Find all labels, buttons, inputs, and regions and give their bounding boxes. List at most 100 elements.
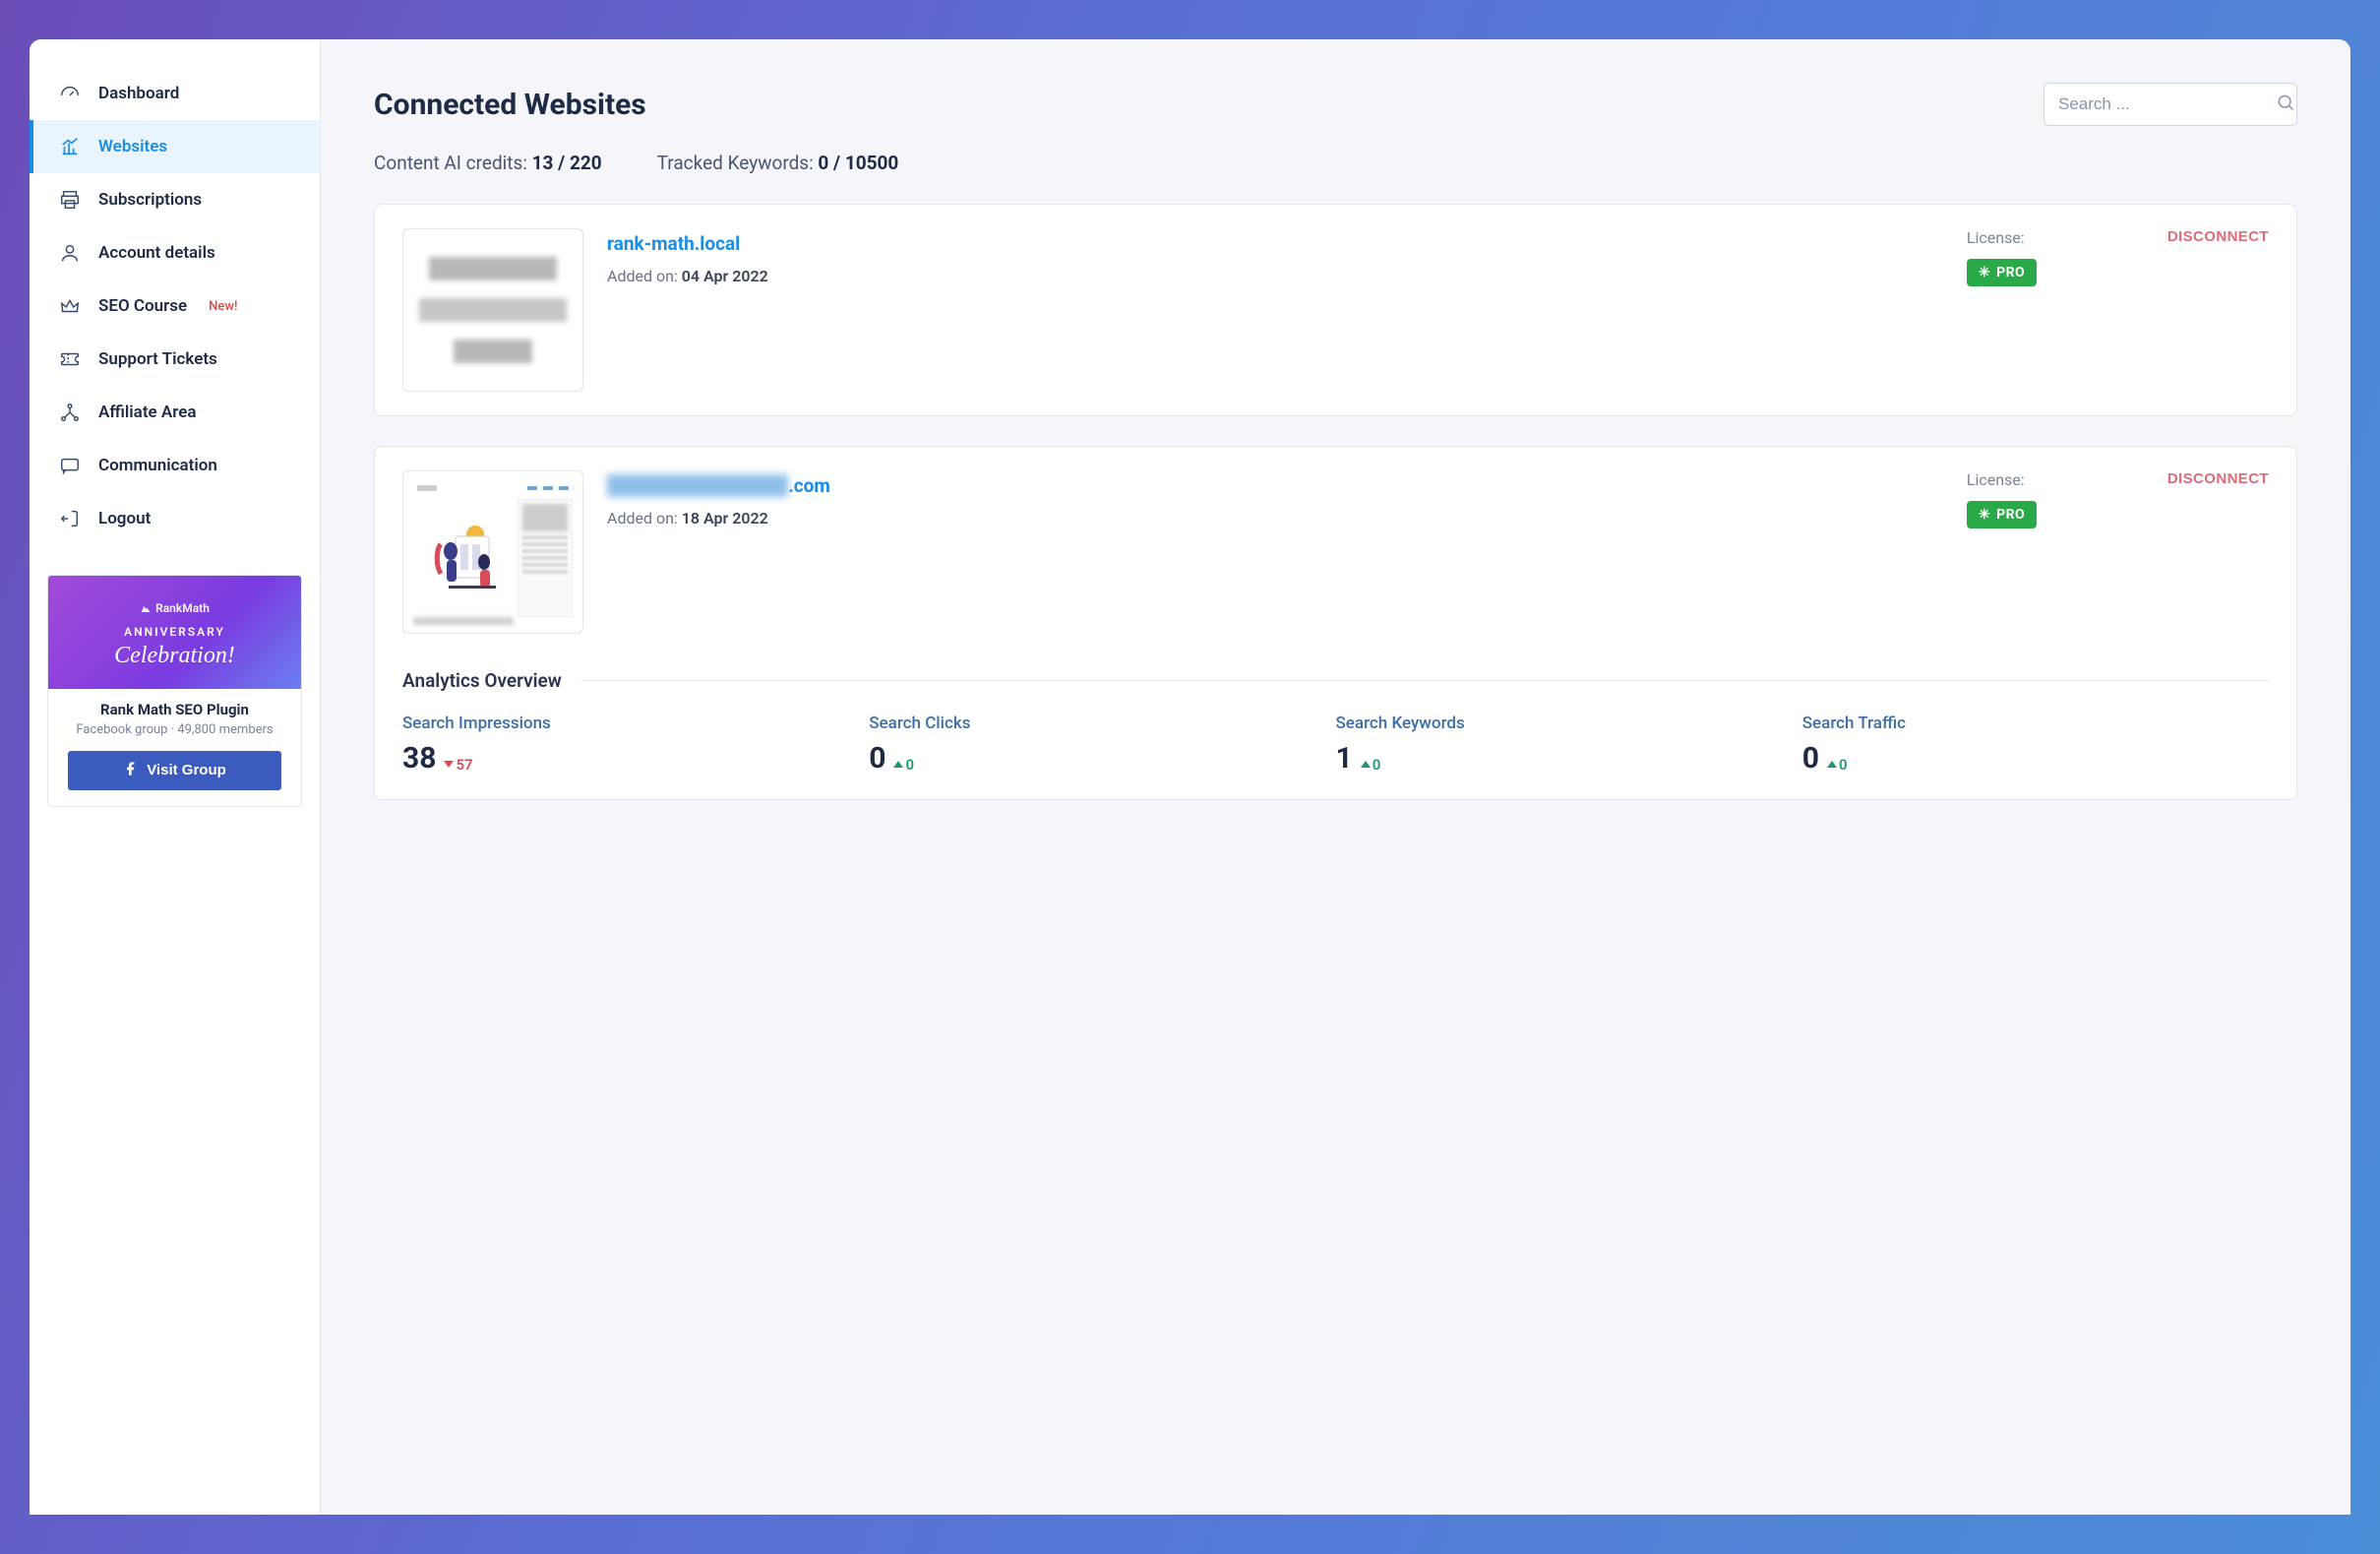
added-label: Added on:: [607, 509, 682, 528]
sidebar-item-account[interactable]: Account details: [30, 226, 320, 280]
sidebar-item-label: Websites: [98, 137, 167, 156]
sidebar-item-dashboard[interactable]: Dashboard: [30, 67, 320, 120]
printer-icon: [59, 189, 81, 211]
triangle-up-icon: [1361, 761, 1371, 768]
crown-icon: [59, 295, 81, 317]
site-row: rank-math.local Added on: 04 Apr 2022 Li…: [402, 228, 2269, 392]
metric-delta: 57: [444, 756, 472, 774]
metric-delta: 0: [1827, 756, 1848, 774]
ticket-icon: [59, 348, 81, 370]
site-card: hidden-domain-name.com Added on: 18 Apr …: [374, 446, 2297, 800]
license-label: License:: [1967, 228, 2144, 247]
license-tier: PRO: [1996, 265, 2025, 280]
visit-group-button[interactable]: Visit Group: [68, 751, 281, 790]
search-box[interactable]: [2044, 83, 2297, 126]
promo-line1: ANNIVERSARY: [58, 625, 291, 639]
promo-title: Rank Math SEO Plugin: [58, 701, 291, 718]
sidebar-item-seo-course[interactable]: SEO Course New!: [30, 280, 320, 333]
search-input[interactable]: [2058, 94, 2276, 114]
sidebar-item-label: Logout: [98, 509, 151, 528]
metric-clicks: Search Clicks 0 0: [869, 714, 1335, 776]
license-column: License: ✳ PRO: [1967, 228, 2144, 286]
triangle-up-icon: [893, 761, 903, 768]
promo-subtitle: Facebook group · 49,800 members: [58, 722, 291, 739]
sidebar-item-label: Support Tickets: [98, 349, 217, 369]
site-card: rank-math.local Added on: 04 Apr 2022 Li…: [374, 204, 2297, 416]
bar-chart-icon: [59, 136, 81, 157]
credits-value: 13 / 220: [532, 152, 602, 174]
metric-value: 0 0: [1802, 741, 2269, 776]
metric-value: 0 0: [869, 741, 1335, 776]
delta-value: 57: [456, 756, 472, 774]
keywords-stat: Tracked Keywords: 0 / 10500: [657, 152, 899, 174]
promo-line2: Celebration!: [58, 643, 291, 669]
sidebar-item-label: Dashboard: [98, 84, 179, 103]
site-info: rank-math.local Added on: 04 Apr 2022: [607, 228, 1943, 285]
new-badge: New!: [209, 299, 237, 314]
network-icon: [59, 402, 81, 423]
promo-brand: RankMath: [58, 601, 291, 615]
added-date: 18 Apr 2022: [682, 509, 768, 528]
disconnect-button[interactable]: DISCONNECT: [2167, 470, 2269, 487]
pro-badge: ✳ PRO: [1967, 259, 2037, 286]
added-date: 04 Apr 2022: [682, 267, 768, 285]
triangle-down-icon: [444, 761, 454, 768]
license-column: License: ✳ PRO: [1967, 470, 2144, 528]
thumbnail-mini-preview: [403, 471, 582, 633]
gauge-icon: [59, 83, 81, 104]
user-icon: [59, 242, 81, 264]
header-row: Connected Websites: [374, 83, 2297, 126]
stats-row: Content AI credits: 13 / 220 Tracked Key…: [374, 152, 2297, 174]
sparkle-icon: ✳: [1979, 507, 1990, 523]
metric-value: 38 57: [402, 741, 869, 776]
site-row: hidden-domain-name.com Added on: 18 Apr …: [402, 470, 2269, 634]
metric-number: 0: [869, 741, 885, 776]
divider: [581, 680, 2269, 681]
promo-banner: RankMath ANNIVERSARY Celebration!: [48, 576, 301, 689]
delta-value: 0: [905, 756, 914, 774]
sidebar-item-communication[interactable]: Communication: [30, 439, 320, 492]
delta-value: 0: [1839, 756, 1848, 774]
added-on: Added on: 04 Apr 2022: [607, 267, 1943, 285]
disconnect-button[interactable]: DISCONNECT: [2167, 228, 2269, 245]
sidebar-item-affiliate[interactable]: Affiliate Area: [30, 386, 320, 439]
sidebar-item-websites[interactable]: Websites: [30, 120, 320, 173]
added-on: Added on: 18 Apr 2022: [607, 509, 1943, 528]
metric-label: Search Clicks: [869, 714, 1335, 733]
sidebar-item-label: Communication: [98, 456, 217, 475]
main-content: Connected Websites Content AI credits: 1…: [321, 39, 2350, 1515]
metric-keywords: Search Keywords 1 0: [1336, 714, 1802, 776]
keywords-value: 0 / 10500: [818, 152, 898, 174]
metric-number: 38: [402, 741, 436, 776]
site-thumbnail: [402, 470, 583, 634]
search-icon: [2276, 93, 2295, 116]
metric-label: Search Keywords: [1336, 714, 1802, 733]
facebook-icon: [123, 761, 139, 780]
license-tier: PRO: [1996, 507, 2025, 523]
metrics-row: Search Impressions 38 57 Search Clicks 0…: [402, 714, 2269, 776]
sidebar-item-label: Subscriptions: [98, 190, 202, 210]
site-url-link[interactable]: hidden-domain-name.com: [607, 474, 830, 497]
metric-traffic: Search Traffic 0 0: [1802, 714, 2269, 776]
site-url-link[interactable]: rank-math.local: [607, 232, 740, 255]
sidebar-item-label: Account details: [98, 243, 215, 263]
sidebar-item-support[interactable]: Support Tickets: [30, 333, 320, 386]
sidebar: Dashboard Websites Subscriptions Account…: [30, 39, 321, 1515]
sidebar-item-subscriptions[interactable]: Subscriptions: [30, 173, 320, 226]
nav-list: Dashboard Websites Subscriptions Account…: [30, 67, 320, 545]
metric-value: 1 0: [1336, 741, 1802, 776]
chat-icon: [59, 455, 81, 476]
sidebar-item-label: Affiliate Area: [98, 403, 197, 422]
promo-card: RankMath ANNIVERSARY Celebration! Rank M…: [47, 575, 302, 807]
app-shell: Dashboard Websites Subscriptions Account…: [30, 39, 2350, 1515]
promo-brand-text: RankMath: [155, 601, 210, 615]
visit-group-label: Visit Group: [147, 762, 226, 778]
sidebar-item-logout[interactable]: Logout: [30, 492, 320, 545]
pro-badge: ✳ PRO: [1967, 501, 2037, 528]
license-label: License:: [1967, 470, 2144, 489]
thumbnail-placeholder: [402, 233, 583, 387]
sidebar-item-label: SEO Course: [98, 296, 187, 316]
delta-value: 0: [1373, 756, 1381, 774]
metric-impressions: Search Impressions 38 57: [402, 714, 869, 776]
metric-label: Search Impressions: [402, 714, 869, 733]
